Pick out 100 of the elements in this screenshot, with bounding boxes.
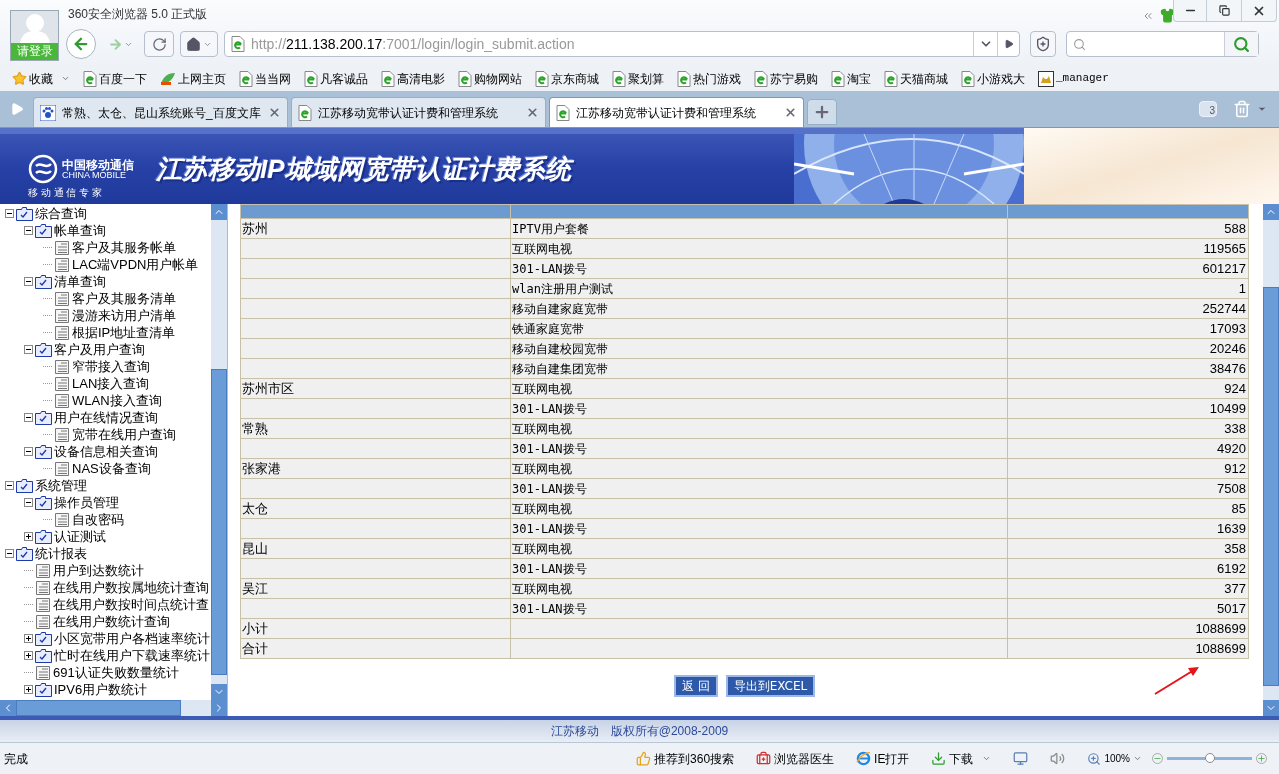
tree-item[interactable]: 认证测试 [54,530,106,543]
collapse-icon[interactable] [24,277,33,286]
browser-tab[interactable]: 江苏移动宽带认证计费和管理系统 [549,97,804,127]
restore-button[interactable] [1207,0,1241,22]
bookmark-link[interactable]: 小游戏大 [977,69,1025,88]
monitor-icon[interactable] [1013,751,1029,766]
close-tab-icon[interactable] [526,106,539,119]
collapse-icon[interactable] [5,481,14,490]
home-button[interactable] [180,31,218,57]
tree-item[interactable]: 帐单查询 [54,224,106,237]
tree-item[interactable]: 客户及其服务清单 [72,292,176,305]
back-button[interactable] [66,29,96,59]
tree-item[interactable]: 在线用户数统计查询 [53,615,170,628]
browser-tab[interactable]: 江苏移动宽带认证计费和管理系统 [291,97,546,127]
zoom-level[interactable]: 100% [1104,751,1130,766]
status-bar-item[interactable]: IE打开 [874,749,910,768]
zoom-slider-thumb[interactable] [1204,753,1215,763]
tree-item[interactable]: 根据IP地址查清单 [72,326,176,339]
tree-item[interactable]: 客户及用户查询 [54,343,145,356]
tree-item[interactable]: 窄带接入查询 [72,360,150,373]
collapse-icon[interactable] [24,498,33,507]
tree-item[interactable]: 系统管理 [35,479,87,492]
expand-icon[interactable] [24,532,33,541]
collapse-icon[interactable] [24,345,33,354]
form-button[interactable]: 导出到EXCEL [725,675,816,697]
tree-item[interactable]: LAC端VPDN用户帐单 [72,258,199,271]
tree-item[interactable]: NAS设备查询 [72,462,151,475]
close-button[interactable] [1241,0,1277,22]
tree-item[interactable]: 691认证失败数量统计 [53,666,179,679]
closed-tabs-counter[interactable]: 3 [1199,101,1217,117]
status-bar-item[interactable]: 浏览器医生 [774,749,835,768]
bookmark-link[interactable]: 购物网站 [474,69,522,88]
tree-item[interactable]: 客户及其服务帐单 [72,241,176,254]
bookmark-link[interactable]: 百度一下 [99,69,147,88]
collapse-icon[interactable] [24,413,33,422]
scroll-down-button[interactable] [211,684,227,700]
caret-icon[interactable] [61,74,70,83]
bookmark-link[interactable]: 当当网 [255,69,291,88]
bookmark-link[interactable]: 收藏 [29,69,53,88]
tree-item[interactable]: 清单查询 [54,275,106,288]
bookmark-link[interactable]: 凡客诚品 [320,69,368,88]
collapse-icon[interactable] [24,226,33,235]
horizontal-scrollbar[interactable] [0,700,227,716]
speaker-icon[interactable] [1050,751,1066,766]
tree-item[interactable]: 用户在线情况查询 [54,411,158,424]
search-field[interactable] [1066,31,1259,57]
scroll-down-button[interactable] [1263,700,1279,716]
tree-item[interactable]: 忙时在线用户下载速率统计 [54,649,210,662]
expand-icon[interactable] [24,685,33,694]
tree-item[interactable]: 在线用户数按属地统计查询 [53,581,209,594]
tree-item[interactable]: 用户到达数统计 [53,564,144,577]
bookmark-link[interactable]: 京东商城 [551,69,599,88]
tree-item[interactable]: 自改密码 [72,513,124,526]
new-tab-button[interactable] [807,99,837,125]
tree-item[interactable]: 综合查询 [35,207,87,220]
address-field[interactable]: http://211.138.200.17:7001/login/login_submit.action [224,31,1020,57]
collapse-icon[interactable] [5,549,14,558]
tree-item[interactable]: 漫游来访用户清单 [72,309,176,322]
bookmark-link[interactable]: 上网主页 [178,69,226,88]
scroll-thumb[interactable] [1263,286,1279,686]
tree-item[interactable]: LAN接入查询 [72,377,150,390]
scroll-up-button[interactable] [211,204,227,220]
bookmark-link[interactable]: 苏宁易购 [770,69,818,88]
browser-tab[interactable]: 常熟、太仓、昆山系统账号_百度文库 [33,97,288,127]
tree-item[interactable]: 小区宽带用户各档速率统计 [54,632,210,645]
close-tab-icon[interactable] [268,106,281,119]
tree-item[interactable]: 宽带在线用户查询 [72,428,176,441]
status-bar-item[interactable]: 下载 [949,749,974,768]
expand-icon[interactable] [24,651,33,660]
close-tab-icon[interactable] [784,106,797,119]
bookmark-link[interactable]: 淘宝 [847,69,871,88]
bookmark-link[interactable]: 聚划算 [628,69,664,88]
zoom-in-icon[interactable] [1256,753,1267,764]
collapse-icon[interactable] [24,447,33,456]
caret-icon[interactable] [1133,754,1142,763]
bookmark-link[interactable]: 天猫商城 [900,69,948,88]
tree-item[interactable]: WLAN接入查询 [72,394,162,407]
tree-item[interactable]: 统计报表 [35,547,87,560]
trash-icon[interactable] [1233,100,1251,118]
status-bar-item[interactable]: 推荐到360搜索 [654,749,735,768]
tree-scrollbar[interactable] [211,204,227,700]
expand-icon[interactable] [24,634,33,643]
refresh-button[interactable] [144,31,174,57]
shirt-icon[interactable] [1160,8,1175,23]
scroll-up-button[interactable] [1263,204,1279,220]
tree-item[interactable]: 设备信息相关查询 [54,445,158,458]
bookmark-link[interactable]: 热门游戏 [693,69,741,88]
scroll-thumb[interactable] [211,369,227,675]
bookmark-link[interactable]: 高清电影 [397,69,445,88]
caret-icon[interactable] [1257,104,1267,114]
search-button[interactable] [1224,32,1258,56]
tree-item[interactable]: 操作员管理 [54,496,119,509]
form-button[interactable]: 返 回 [673,675,718,697]
tree-item[interactable]: 在线用户数按时间点统计查 [53,598,209,611]
page-scrollbar[interactable] [1263,204,1279,716]
tree-item[interactable]: IPV6用户数统计 [54,683,148,696]
caret-icon[interactable] [982,754,992,763]
collapse-icon[interactable] [5,209,14,218]
bookmark-link[interactable]: _manager [1056,70,1109,87]
shield-button[interactable] [1030,31,1056,57]
